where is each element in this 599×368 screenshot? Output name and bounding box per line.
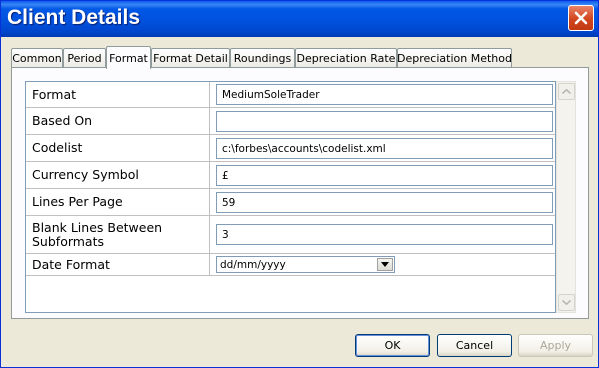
row-date-format: Date Format dd/mm/yyyy bbox=[26, 254, 555, 276]
currency-symbol-input[interactable]: £ bbox=[216, 165, 553, 186]
tab-format-detail[interactable]: Format Detail bbox=[151, 48, 230, 67]
blank-lines-input[interactable]: 3 bbox=[216, 224, 553, 245]
client-details-dialog: Client Details Common Period Format Form… bbox=[0, 0, 599, 368]
row-lines-per-page: Lines Per Page 59 bbox=[26, 189, 555, 216]
label-blank-lines: Blank Lines Between Subformats bbox=[26, 216, 210, 253]
scroll-up-button[interactable] bbox=[558, 83, 575, 100]
row-based-on: Based On bbox=[26, 108, 555, 135]
tab-depreciation-rate[interactable]: Depreciation Rate bbox=[295, 48, 397, 67]
chevron-down-icon bbox=[381, 262, 389, 267]
label-currency-symbol: Currency Symbol bbox=[26, 162, 210, 188]
tab-format[interactable]: Format bbox=[106, 46, 151, 69]
lines-per-page-input[interactable]: 59 bbox=[216, 192, 553, 213]
tab-roundings[interactable]: Roundings bbox=[230, 48, 295, 67]
date-format-select[interactable]: dd/mm/yyyy bbox=[216, 256, 395, 273]
date-format-dropdown-button[interactable] bbox=[377, 258, 393, 271]
window-title: Client Details bbox=[7, 6, 141, 29]
based-on-input[interactable] bbox=[216, 111, 553, 132]
close-button[interactable] bbox=[568, 5, 594, 31]
scroll-down-arrow-icon bbox=[562, 300, 571, 305]
tab-period[interactable]: Period bbox=[63, 48, 106, 67]
label-date-format: Date Format bbox=[26, 254, 210, 275]
row-codelist: Codelist c:\forbes\accounts\codelist.xml bbox=[26, 135, 555, 162]
close-icon bbox=[574, 11, 588, 25]
tab-depreciation-method[interactable]: Depreciation Method bbox=[397, 48, 512, 67]
title-bar[interactable]: Client Details bbox=[1, 1, 598, 37]
row-blank-lines: Blank Lines Between Subformats 3 bbox=[26, 216, 555, 254]
scroll-up-arrow-icon bbox=[562, 89, 571, 94]
date-format-value: dd/mm/yyyy bbox=[220, 258, 286, 271]
vertical-scrollbar[interactable] bbox=[556, 81, 576, 313]
label-codelist: Codelist bbox=[26, 135, 210, 161]
tab-common[interactable]: Common bbox=[11, 48, 63, 67]
row-currency-symbol: Currency Symbol £ bbox=[26, 162, 555, 189]
label-format: Format bbox=[26, 82, 210, 107]
scroll-down-button[interactable] bbox=[558, 294, 575, 311]
row-format: Format MediumSoleTrader bbox=[26, 82, 555, 108]
apply-button[interactable]: Apply bbox=[518, 334, 593, 357]
label-based-on: Based On bbox=[26, 108, 210, 134]
label-lines-per-page: Lines Per Page bbox=[26, 189, 210, 215]
property-grid: Format MediumSoleTrader Based On Codelis… bbox=[25, 81, 556, 313]
cancel-button[interactable]: Cancel bbox=[437, 334, 512, 357]
format-input[interactable]: MediumSoleTrader bbox=[216, 84, 553, 105]
ok-button[interactable]: OK bbox=[355, 334, 430, 357]
codelist-input[interactable]: c:\forbes\accounts\codelist.xml bbox=[216, 138, 553, 159]
